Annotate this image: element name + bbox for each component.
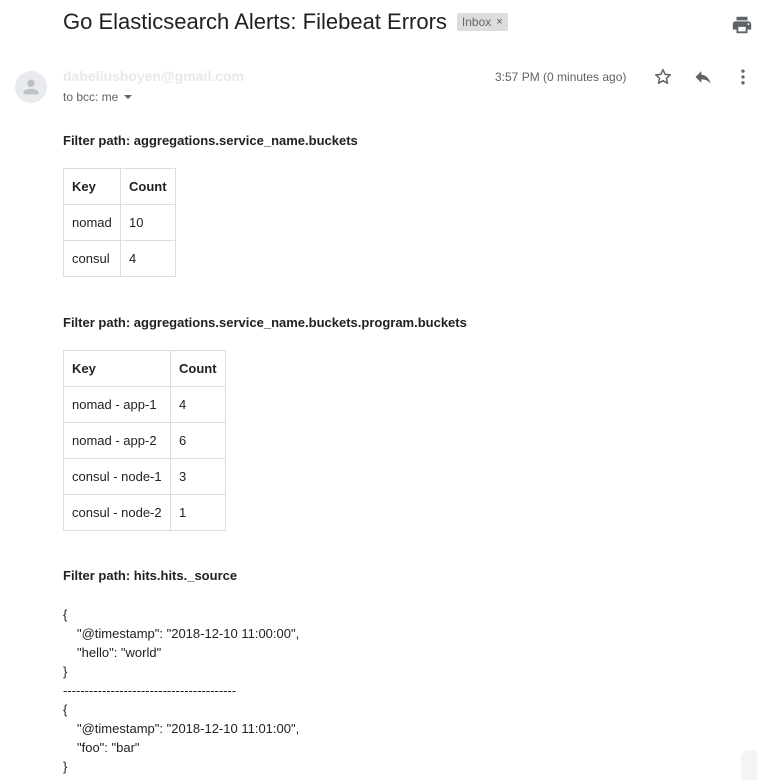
cell-count: 10 (120, 204, 176, 241)
cell-key: nomad - app-2 (63, 422, 171, 459)
hits-json-block: { "@timestamp": "2018-12-10 11:00:00", "… (63, 605, 299, 776)
sender-avatar[interactable] (15, 71, 47, 103)
json-line: "hello": "world" (77, 645, 162, 660)
email-view: Go Elasticsearch Alerts: Filebeat Errors… (0, 0, 757, 780)
filter-path-heading: Filter path: aggregations.service_name.b… (63, 133, 358, 148)
filter-path-heading: Filter path: hits.hits._source (63, 568, 238, 583)
section-service-buckets: Filter path: aggregations.service_name.b… (63, 133, 358, 277)
filter-path-heading: Filter path: aggregations.service_name.b… (63, 315, 467, 330)
email-subject: Go Elasticsearch Alerts: Filebeat Errors (63, 9, 447, 34)
program-buckets-table: Key Count nomad - app-1 4 nomad - app-2 … (63, 350, 226, 531)
cell-key: consul - node-1 (63, 458, 171, 495)
json-line: "foo": "bar" (77, 740, 140, 755)
show-details-caret-icon[interactable] (124, 95, 133, 99)
table-row: nomad - app-1 4 (63, 386, 226, 423)
table-row: consul - node-2 1 (63, 494, 226, 531)
cell-key: nomad - app-1 (63, 386, 171, 423)
more-options-button[interactable] (732, 66, 754, 88)
print-icon (732, 16, 752, 34)
column-header-key: Key (63, 350, 171, 387)
json-line: "@timestamp": "2018-12-10 11:01:00", (77, 721, 300, 736)
subject-row: Go Elasticsearch Alerts: Filebeat Errors… (63, 9, 508, 35)
cell-count: 6 (170, 422, 226, 459)
section-program-buckets: Filter path: aggregations.service_name.b… (63, 315, 467, 531)
cell-count: 4 (170, 386, 226, 423)
cell-count: 4 (120, 240, 176, 277)
column-header-count: Count (170, 350, 226, 387)
email-timestamp: 3:57 PM (0 minutes ago) (495, 70, 627, 84)
more-vert-icon (741, 69, 745, 85)
star-icon (655, 68, 671, 84)
json-close-brace: } (63, 664, 68, 679)
json-line: "@timestamp": "2018-12-10 11:00:00", (77, 626, 300, 641)
json-open-brace: { (63, 607, 68, 622)
cell-key: nomad (63, 204, 121, 241)
reply-button[interactable] (692, 66, 714, 88)
json-close-brace: } (63, 759, 68, 774)
print-button[interactable] (731, 14, 753, 36)
recipients-summary: to bcc: me (63, 90, 133, 104)
hit-separator: ---------------------------------------- (63, 683, 237, 698)
column-header-key: Key (63, 168, 121, 205)
table-header-row: Key Count (63, 168, 176, 205)
table-header-row: Key Count (63, 350, 226, 387)
inbox-label-chip[interactable]: Inbox × (456, 13, 508, 31)
section-hits-source: Filter path: hits.hits._source { "@times… (63, 568, 299, 776)
json-open-brace: { (63, 702, 68, 717)
star-button[interactable] (652, 66, 674, 88)
recipients-text: to bcc: me (63, 90, 119, 104)
table-row: consul - node-1 3 (63, 458, 226, 495)
scroll-corner (741, 750, 757, 780)
column-header-count: Count (120, 168, 176, 205)
sender-email[interactable]: dabeliusboyen@gmail.com (63, 68, 244, 84)
person-icon (23, 79, 39, 95)
cell-count: 1 (170, 494, 226, 531)
service-buckets-table: Key Count nomad 10 consul 4 (63, 168, 176, 277)
cell-key: consul (63, 240, 121, 277)
cell-key: consul - node-2 (63, 494, 171, 531)
reply-icon (695, 71, 711, 84)
label-text: Inbox (461, 15, 492, 29)
table-row: nomad 10 (63, 204, 176, 241)
table-row: consul 4 (63, 240, 176, 277)
cell-count: 3 (170, 458, 226, 495)
remove-label-button[interactable]: × (496, 15, 502, 29)
table-row: nomad - app-2 6 (63, 422, 226, 459)
